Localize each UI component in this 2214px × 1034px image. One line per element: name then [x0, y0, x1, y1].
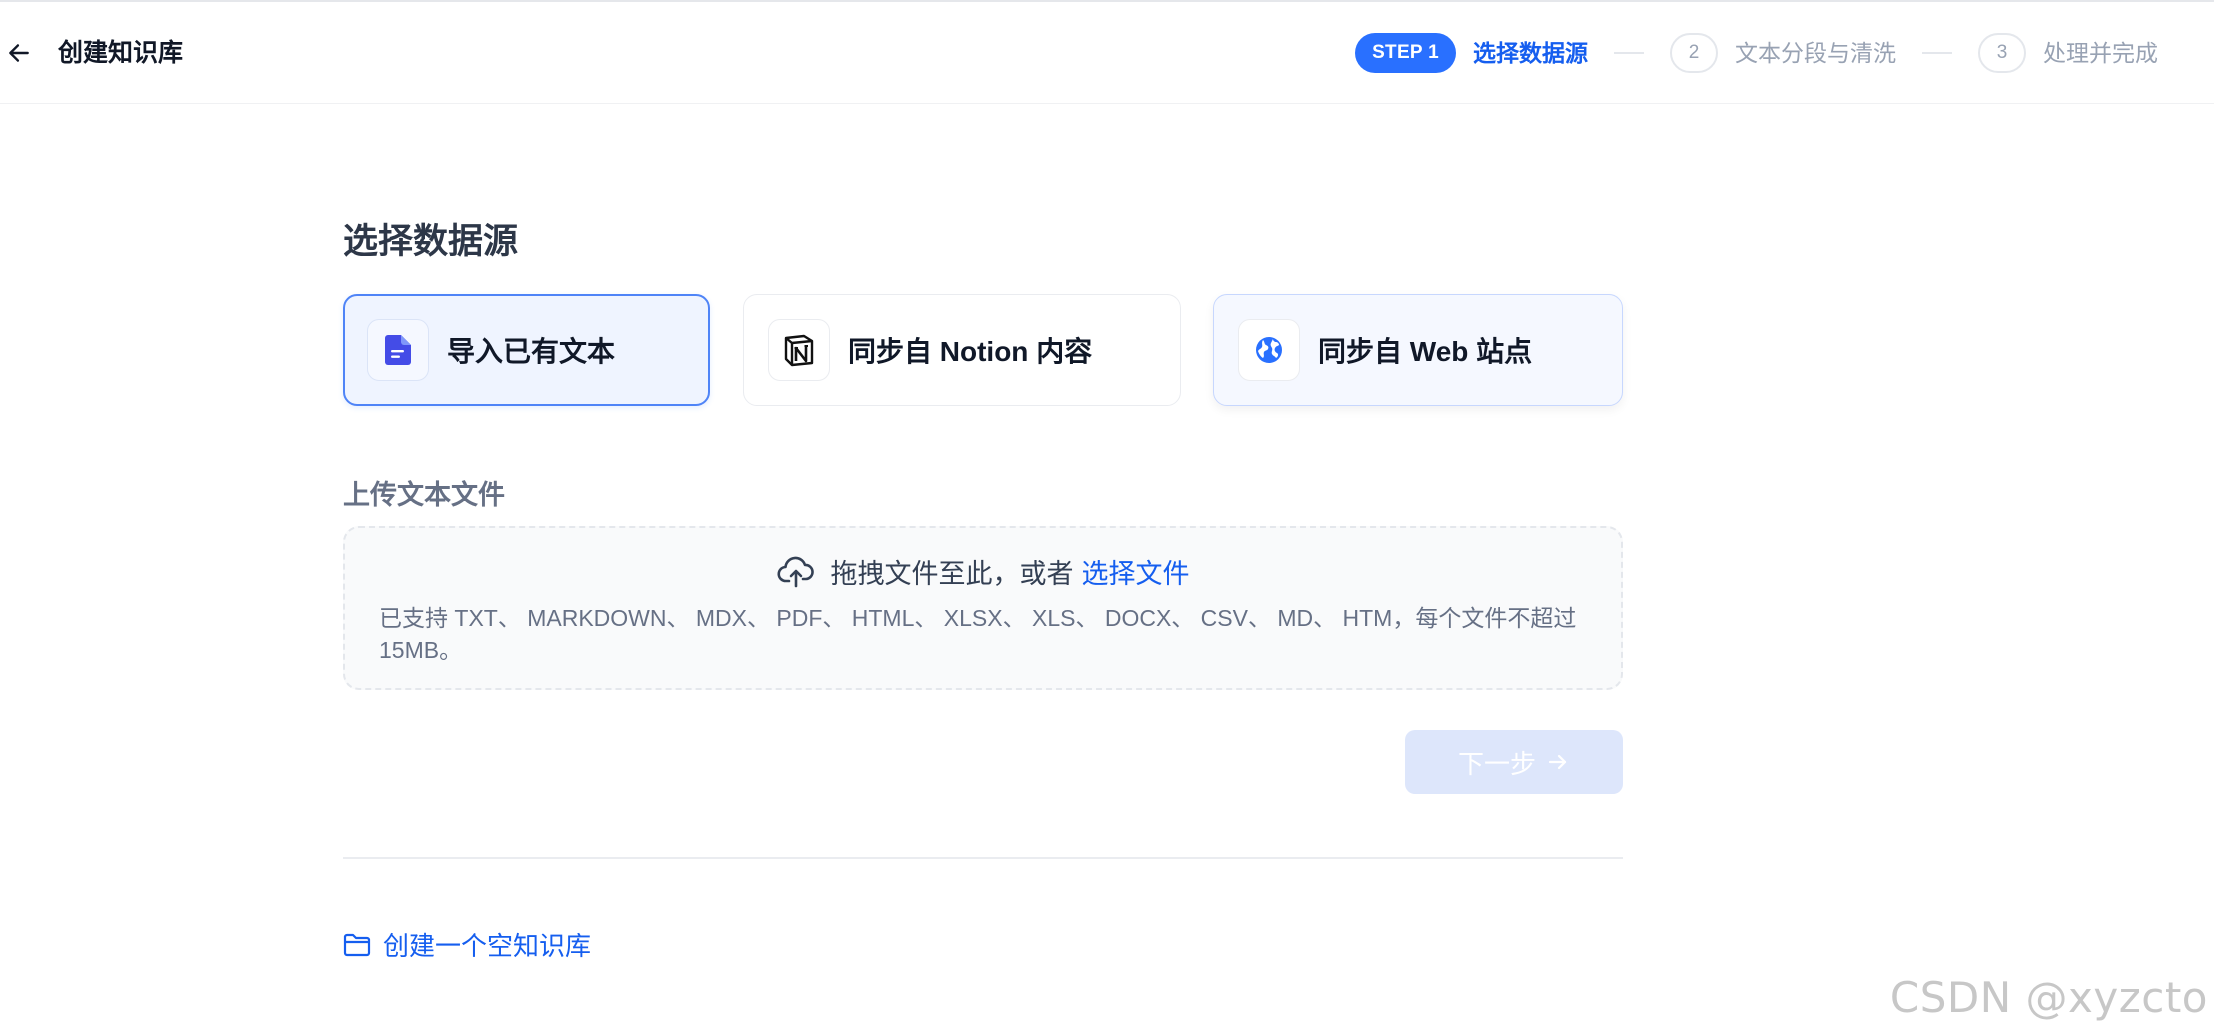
cloud-upload-icon: [776, 556, 814, 587]
next-step-label: 下一步: [1457, 748, 1536, 779]
source-card-file[interactable]: 导入已有文本: [343, 294, 710, 406]
file-dropzone[interactable]: 拖拽文件至此，或者 选择文件 已支持 TXT、 MARKDOWN、 MDX、 P…: [343, 526, 1623, 690]
dropzone-text: 拖拽文件至此，或者: [830, 559, 1074, 589]
step-connector: [1614, 52, 1644, 54]
notion-icon: [784, 334, 814, 367]
source-icon-box: [367, 319, 429, 381]
select-file-link[interactable]: 选择文件: [1082, 552, 1190, 591]
source-card-label: 导入已有文本: [447, 336, 616, 367]
globe-icon: [1256, 337, 1282, 363]
file-text-icon: [385, 335, 411, 365]
create-empty-kb-link[interactable]: 创建一个空知识库: [343, 926, 591, 963]
step-2-label: 文本分段与清洗: [1735, 40, 1896, 66]
next-step-button[interactable]: 下一步: [1405, 730, 1623, 794]
source-card-label: 同步自 Notion 内容: [848, 336, 1093, 367]
dropzone-prompt: 拖拽文件至此，或者 选择文件: [345, 552, 1621, 591]
create-empty-kb-label: 创建一个空知识库: [383, 931, 592, 961]
source-icon-box: [1238, 319, 1300, 381]
stepper: STEP 1 选择数据源 2 文本分段与清洗 3 处理并完成: [1355, 32, 2158, 74]
arrow-right-icon: [1548, 754, 1567, 770]
divider: [343, 857, 1623, 859]
page-title: 创建知识库: [58, 39, 184, 67]
source-card-label: 同步自 Web 站点: [1318, 336, 1533, 367]
folder-icon: [343, 933, 371, 956]
step-2-badge: 2: [1670, 33, 1718, 73]
step-3-label: 处理并完成: [2043, 40, 2158, 66]
step-1-label: 选择数据源: [1473, 40, 1588, 66]
source-icon-box: [768, 319, 830, 381]
section-title: 选择数据源: [343, 222, 519, 261]
upload-section-title: 上传文本文件: [343, 480, 505, 510]
page-header: 创建知识库 STEP 1 选择数据源 2 文本分段与清洗 3 处理并完成: [0, 2, 2214, 104]
step-1-badge: STEP 1: [1355, 33, 1456, 73]
watermark: CSDN @xyzcto: [1889, 973, 2208, 1022]
step-connector: [1922, 52, 1952, 54]
source-card-notion[interactable]: 同步自 Notion 内容: [743, 294, 1181, 406]
supported-formats-text: 已支持 TXT、 MARKDOWN、 MDX、 PDF、 HTML、 XLSX、…: [379, 605, 1577, 663]
arrow-left-icon[interactable]: [6, 40, 32, 66]
step-3-badge: 3: [1978, 33, 2026, 73]
source-card-web[interactable]: 同步自 Web 站点: [1213, 294, 1623, 406]
